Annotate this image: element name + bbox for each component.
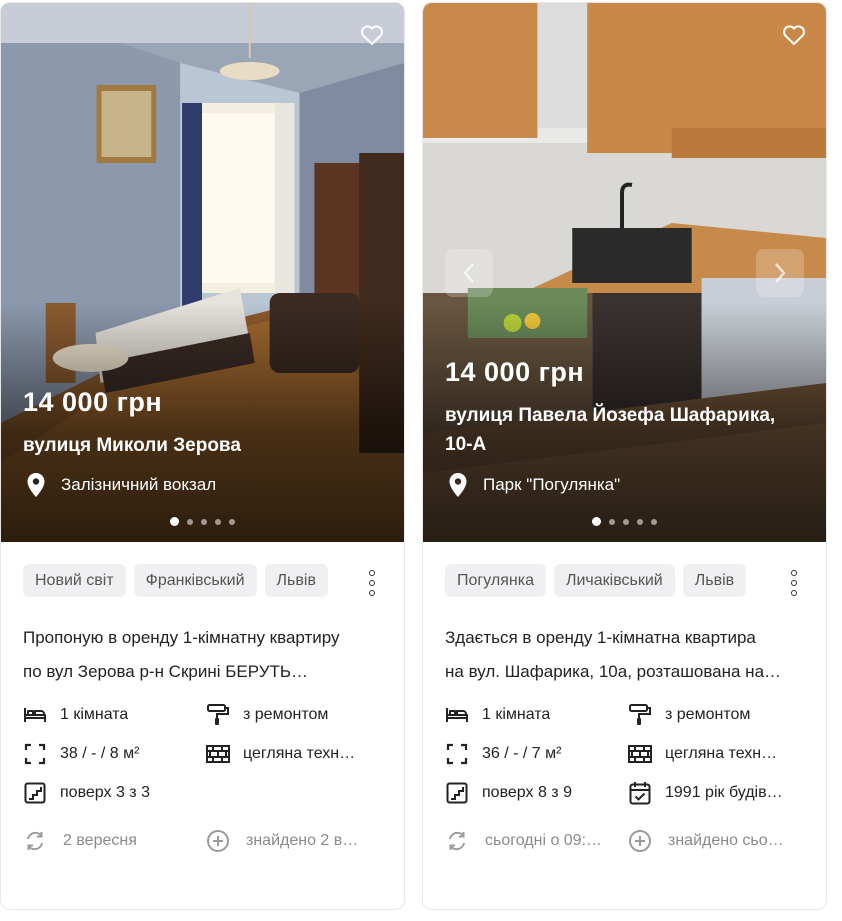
photo-gradient bbox=[1, 302, 404, 542]
calendar-icon bbox=[628, 781, 652, 805]
listing-card[interactable]: 14 000 грн вулиця Миколи Зерова Залізнич… bbox=[0, 2, 405, 910]
paint-roller-icon bbox=[628, 703, 652, 727]
refresh-icon bbox=[23, 829, 47, 853]
feature-rooms: 1 кімната bbox=[23, 703, 206, 727]
listing-date: сьогодні о 09:… bbox=[445, 829, 628, 853]
carousel-dots[interactable] bbox=[423, 517, 826, 526]
listing-price: 14 000 грн bbox=[445, 357, 585, 387]
favorite-button[interactable] bbox=[780, 21, 808, 49]
description-line: по вул Зерова р-н Скрині БЕРУТЬ… bbox=[23, 662, 309, 681]
carousel-dot[interactable] bbox=[215, 518, 221, 525]
kebab-dot-icon bbox=[791, 590, 797, 596]
more-options-button[interactable] bbox=[788, 570, 800, 596]
feature-repair: з ремонтом bbox=[628, 703, 803, 727]
kebab-dot-icon bbox=[791, 570, 797, 576]
listing-street[interactable]: вулиця Миколи Зерова bbox=[23, 431, 374, 460]
chevron-right-icon bbox=[775, 263, 786, 283]
kebab-dot-icon bbox=[369, 580, 375, 586]
carousel-dot[interactable] bbox=[170, 517, 179, 526]
tag-city[interactable]: Львів bbox=[264, 564, 328, 597]
listing-price: 14 000 грн bbox=[23, 387, 163, 417]
plus-circle-icon bbox=[206, 829, 230, 853]
carousel-dot[interactable] bbox=[592, 517, 601, 526]
next-photo-button[interactable] bbox=[756, 249, 804, 297]
listing-location: Парк "Погулянка" bbox=[445, 471, 620, 499]
area-icon bbox=[23, 742, 47, 766]
feature-area: 38 / - / 8 м² bbox=[23, 742, 206, 766]
bed-icon bbox=[23, 703, 47, 727]
feature-list: 1 кімната з ремонтом 36 / - / 7 м² цегля… bbox=[445, 703, 804, 805]
refresh-icon bbox=[445, 829, 469, 853]
description-line: на вул. Шафарика, 10а, розташована на… bbox=[445, 662, 782, 681]
listing-description[interactable]: Здається в оренду 1-кімнатна квартира на… bbox=[445, 621, 804, 689]
listing-meta: 2 вересня знайдено 2 в… bbox=[23, 829, 382, 853]
prev-photo-button[interactable] bbox=[445, 249, 493, 297]
heart-icon bbox=[783, 25, 805, 45]
listing-photo[interactable]: 14 000 грн вулиця Павела Йозефа Шафарика… bbox=[423, 3, 826, 542]
listing-body: Погулянка Личаківський Львів Здається в … bbox=[423, 542, 826, 853]
feature-list: 1 кімната з ремонтом 38 / - / 8 м² цегля… bbox=[23, 703, 382, 805]
tag-city[interactable]: Львів bbox=[682, 564, 747, 597]
carousel-dot[interactable] bbox=[637, 518, 643, 525]
kebab-dot-icon bbox=[369, 590, 375, 596]
tag-district[interactable]: Личаківський bbox=[553, 564, 675, 597]
listing-found[interactable]: знайдено сьо… bbox=[628, 829, 803, 853]
carousel-dot[interactable] bbox=[229, 518, 235, 525]
carousel-dot[interactable] bbox=[609, 518, 615, 525]
stairs-icon bbox=[445, 781, 469, 805]
feature-building: цегляна техн… bbox=[206, 742, 381, 766]
tag-list: Новий світ Франківський Львів bbox=[23, 564, 353, 597]
tag-district[interactable]: Франківський bbox=[133, 564, 257, 597]
tag-list: Погулянка Личаківський Львів bbox=[445, 564, 775, 597]
plus-circle-icon bbox=[628, 829, 652, 853]
listing-meta: сьогодні о 09:… знайдено сьо… bbox=[445, 829, 804, 853]
map-pin-icon bbox=[23, 471, 49, 499]
listing-date: 2 вересня bbox=[23, 829, 206, 853]
tag-neighborhood[interactable]: Погулянка bbox=[445, 564, 546, 597]
listing-description[interactable]: Пропоную в оренду 1-кімнатну квартиру по… bbox=[23, 621, 382, 689]
feature-rooms: 1 кімната bbox=[445, 703, 628, 727]
listings-grid: 14 000 грн вулиця Миколи Зерова Залізнич… bbox=[0, 0, 842, 921]
chevron-left-icon bbox=[463, 263, 474, 283]
kebab-dot-icon bbox=[369, 570, 375, 576]
feature-repair: з ремонтом bbox=[206, 703, 381, 727]
feature-floor: поверх 3 з 3 bbox=[23, 781, 206, 805]
carousel-dot[interactable] bbox=[187, 518, 193, 525]
feature-year: 1991 рік будів… bbox=[628, 781, 803, 805]
carousel-dot[interactable] bbox=[623, 518, 629, 525]
location-label: Парк "Погулянка" bbox=[483, 475, 621, 494]
location-label: Залізничний вокзал bbox=[61, 475, 217, 494]
bed-icon bbox=[445, 703, 469, 727]
carousel-dot[interactable] bbox=[651, 518, 657, 525]
brick-wall-icon bbox=[206, 742, 230, 766]
feature-floor: поверх 8 з 9 bbox=[445, 781, 628, 805]
listing-location: Залізничний вокзал bbox=[23, 471, 216, 499]
heart-icon bbox=[361, 25, 383, 45]
more-options-button[interactable] bbox=[366, 570, 378, 596]
description-line: Пропоную в оренду 1-кімнатну квартиру bbox=[23, 628, 340, 647]
area-icon bbox=[445, 742, 469, 766]
listing-photo[interactable]: 14 000 грн вулиця Миколи Зерова Залізнич… bbox=[1, 3, 404, 542]
feature-building: цегляна техн… bbox=[628, 742, 803, 766]
brick-wall-icon bbox=[628, 742, 652, 766]
carousel-dot[interactable] bbox=[201, 518, 207, 525]
carousel-dots[interactable] bbox=[1, 517, 404, 526]
paint-roller-icon bbox=[206, 703, 230, 727]
listing-body: Новий світ Франківський Львів Пропоную в… bbox=[1, 542, 404, 853]
listing-street[interactable]: вулиця Павела Йозефа Шафарика, 10-А bbox=[445, 401, 796, 459]
kebab-dot-icon bbox=[791, 580, 797, 586]
tag-neighborhood[interactable]: Новий світ bbox=[23, 564, 126, 597]
listing-found[interactable]: знайдено 2 в… bbox=[206, 829, 381, 853]
listing-card[interactable]: 14 000 грн вулиця Павела Йозефа Шафарика… bbox=[422, 2, 827, 910]
feature-area: 36 / - / 7 м² bbox=[445, 742, 628, 766]
description-line: Здається в оренду 1-кімнатна квартира bbox=[445, 628, 756, 647]
map-pin-icon bbox=[445, 471, 471, 499]
stairs-icon bbox=[23, 781, 47, 805]
favorite-button[interactable] bbox=[358, 21, 386, 49]
